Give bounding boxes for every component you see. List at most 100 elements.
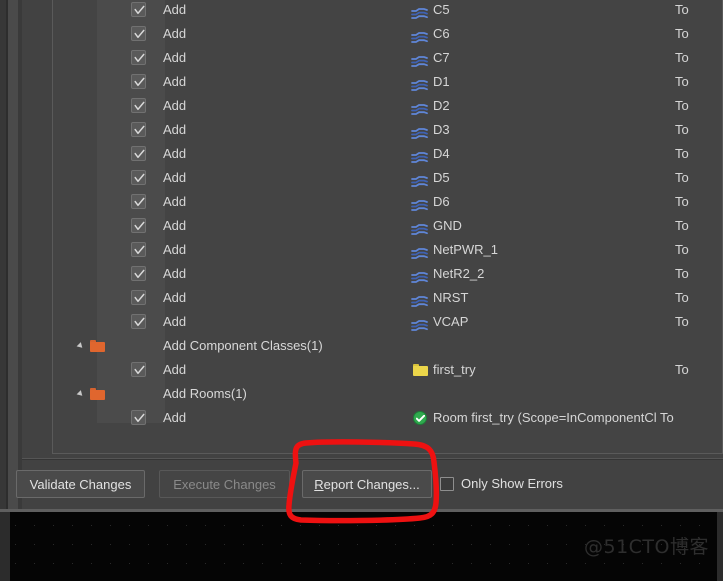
row-enable-cell[interactable]	[131, 22, 151, 46]
row-enable-cell[interactable]	[131, 0, 151, 22]
net-icon	[411, 52, 429, 67]
group-icon-cell	[89, 382, 109, 406]
row-enable-checkbox[interactable]	[131, 362, 146, 377]
row-enable-checkbox[interactable]	[131, 410, 146, 425]
row-enable-cell[interactable]	[131, 238, 151, 262]
row-enable-cell[interactable]	[131, 142, 151, 166]
row-object-icon-cell	[411, 238, 433, 262]
net-icon	[411, 244, 429, 259]
row-enable-checkbox[interactable]	[131, 194, 146, 209]
report-changes-accelerator: R	[314, 476, 324, 492]
tree-row[interactable]: Add C7 To	[53, 46, 722, 70]
row-enable-checkbox[interactable]	[131, 122, 146, 137]
only-show-errors-checkbox[interactable]: Only Show Errors	[440, 476, 563, 491]
row-object-icon-cell	[411, 22, 433, 46]
only-show-errors-label: Only Show Errors	[461, 476, 563, 491]
tree-row[interactable]: Add D6 To	[53, 190, 722, 214]
row-enable-checkbox[interactable]	[131, 266, 146, 281]
only-show-errors-box[interactable]	[440, 476, 454, 491]
row-action-label: Add	[163, 98, 187, 113]
row-object-icon-cell	[411, 46, 433, 70]
row-action-label: Add	[163, 290, 187, 305]
tree-group-row[interactable]: Add Component Classes(1)	[53, 334, 722, 358]
tree-row[interactable]: Add D3 To	[53, 118, 722, 142]
canvas-right-gutter	[717, 512, 723, 581]
row-object-icon-cell	[411, 190, 433, 214]
row-object-label: NetR2_2	[433, 266, 485, 281]
tree-row[interactable]: Add C6 To	[53, 22, 722, 46]
row-to-label: To	[675, 242, 689, 257]
row-object-icon-cell	[411, 310, 433, 334]
row-action-label: Add	[163, 74, 187, 89]
tree-row[interactable]: Add VCAP To	[53, 310, 722, 334]
tree-row[interactable]: Add first_try To	[53, 358, 722, 382]
row-enable-cell[interactable]	[131, 262, 151, 286]
watermark: @51CTO博客	[583, 536, 709, 558]
row-enable-cell[interactable]	[131, 358, 151, 382]
row-enable-checkbox[interactable]	[131, 98, 146, 113]
row-enable-checkbox[interactable]	[131, 170, 146, 185]
tree-row[interactable]: Add NetR2_2 To	[53, 262, 722, 286]
execute-changes-label: Execute Changes	[173, 476, 276, 492]
row-to-label: To	[675, 2, 689, 17]
row-enable-checkbox[interactable]	[131, 146, 146, 161]
row-to-label: To	[675, 362, 689, 377]
row-action-label: Add	[163, 26, 187, 41]
execute-changes-button[interactable]: Execute Changes	[159, 470, 290, 498]
row-enable-checkbox[interactable]	[131, 218, 146, 233]
row-to-label: To	[675, 290, 689, 305]
tree-row[interactable]: Add Room first_try (Scope=InComponentCl T…	[53, 406, 722, 430]
row-enable-checkbox[interactable]	[131, 2, 146, 17]
row-enable-cell[interactable]	[131, 310, 151, 334]
group-expander-icon[interactable]	[75, 334, 89, 358]
row-enable-cell[interactable]	[131, 406, 151, 430]
report-changes-button[interactable]: Report Changes...	[302, 470, 432, 498]
net-icon	[411, 316, 429, 331]
row-action-label: Add	[163, 266, 187, 281]
row-object-icon-cell	[411, 406, 433, 430]
row-enable-checkbox[interactable]	[131, 290, 146, 305]
row-enable-cell[interactable]	[131, 214, 151, 238]
changes-tree[interactable]: Add C5 To Add C6 To Add C7 To Add D1 To Add D2 To Add D3…	[53, 0, 722, 453]
row-action-label: Add	[163, 2, 187, 17]
row-action-label: Add	[163, 146, 187, 161]
row-enable-checkbox[interactable]	[131, 242, 146, 257]
row-enable-cell[interactable]	[131, 46, 151, 70]
row-action-label: Add	[163, 410, 187, 425]
tree-row[interactable]: Add D2 To	[53, 94, 722, 118]
row-enable-checkbox[interactable]	[131, 314, 146, 329]
row-object-label: D3	[433, 122, 450, 137]
row-enable-cell[interactable]	[131, 118, 151, 142]
row-enable-checkbox[interactable]	[131, 26, 146, 41]
row-enable-cell[interactable]	[131, 190, 151, 214]
tree-row[interactable]: Add NetPWR_1 To	[53, 238, 722, 262]
row-object-icon-cell	[411, 142, 433, 166]
row-to-label: To	[675, 314, 689, 329]
row-object-label: C5	[433, 2, 450, 17]
tree-row[interactable]: Add C5 To	[53, 0, 722, 22]
row-enable-cell[interactable]	[131, 286, 151, 310]
row-object-label: first_try	[433, 362, 476, 377]
row-object-label: D5	[433, 170, 450, 185]
row-action-label: Add	[163, 362, 187, 377]
validate-changes-button[interactable]: Validate Changes	[16, 470, 145, 498]
tree-row[interactable]: Add GND To	[53, 214, 722, 238]
row-object-icon-cell	[411, 118, 433, 142]
tree-row[interactable]: Add NRST To	[53, 286, 722, 310]
row-to-label: To	[675, 98, 689, 113]
tree-row[interactable]: Add D5 To	[53, 166, 722, 190]
changes-tree-panel[interactable]: Add C5 To Add C6 To Add C7 To Add D1 To Add D2 To Add D3…	[52, 0, 723, 454]
row-object-label: NRST	[433, 290, 469, 305]
tree-group-row[interactable]: Add Rooms(1)	[53, 382, 722, 406]
row-enable-cell[interactable]	[131, 166, 151, 190]
row-enable-checkbox[interactable]	[131, 74, 146, 89]
row-enable-cell[interactable]	[131, 70, 151, 94]
row-enable-checkbox[interactable]	[131, 50, 146, 65]
row-enable-cell[interactable]	[131, 94, 151, 118]
tree-row[interactable]: Add D1 To	[53, 70, 722, 94]
group-expander-icon[interactable]	[75, 382, 89, 406]
net-icon	[411, 100, 429, 115]
row-action-label: Add	[163, 170, 187, 185]
tree-row[interactable]: Add D4 To	[53, 142, 722, 166]
row-object-label: C7	[433, 50, 450, 65]
